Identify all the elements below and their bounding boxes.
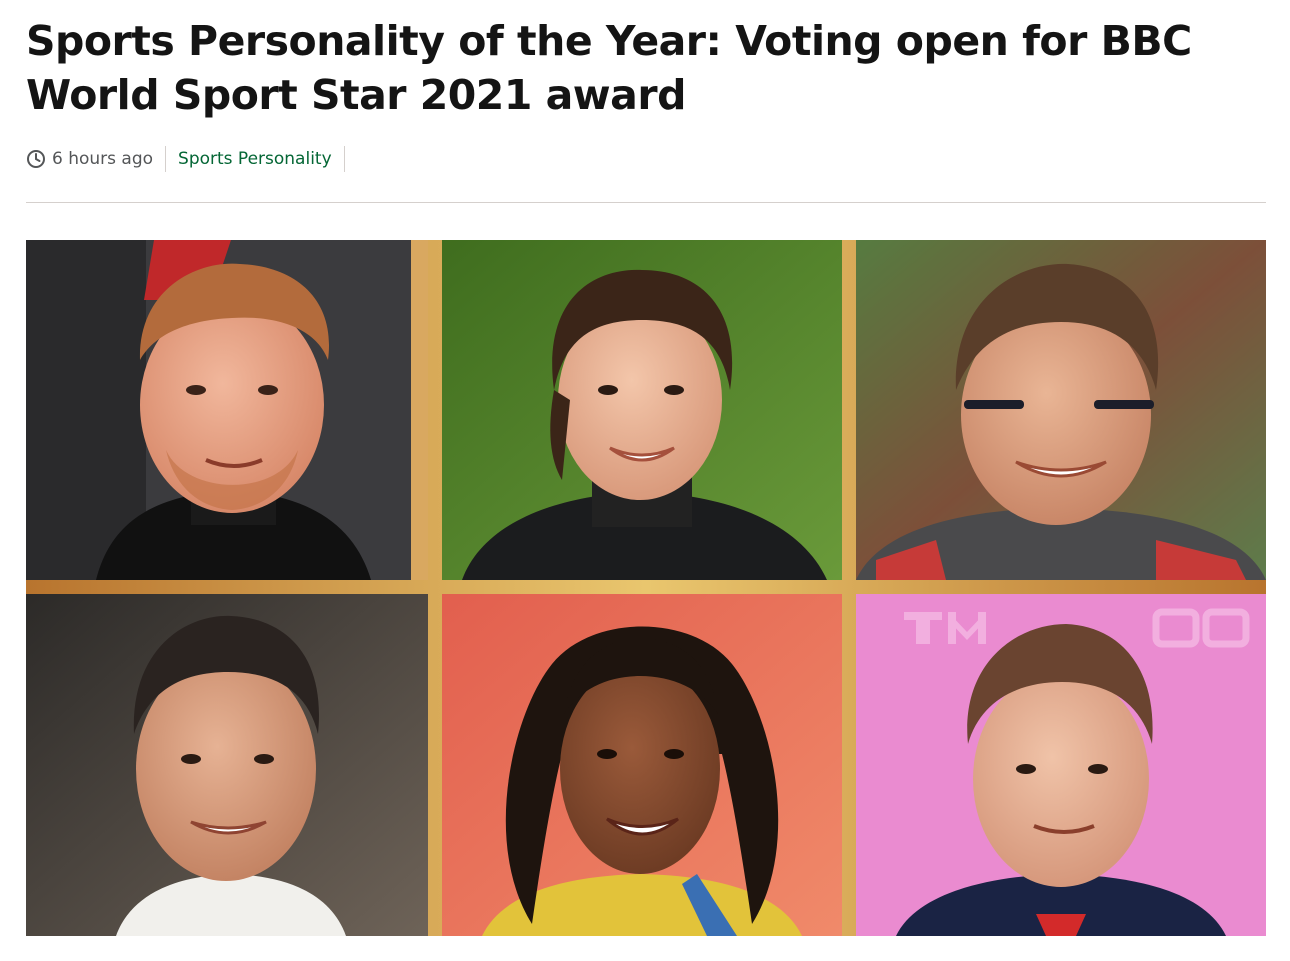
timestamp: 6 hours ago	[26, 146, 167, 172]
hero-image	[26, 240, 1266, 936]
hero-panel-4	[26, 594, 428, 936]
divider	[26, 202, 1266, 203]
article-meta: 6 hours ago Sports Personality	[26, 146, 1266, 172]
hero-panel-3	[856, 240, 1266, 580]
hero-panel-6	[856, 594, 1266, 936]
timestamp-text: 6 hours ago	[52, 149, 154, 169]
hero-panel-5	[442, 594, 842, 936]
article: Sports Personality of the Year: Voting o…	[26, 14, 1266, 936]
hero-panel-2	[442, 240, 842, 580]
hero-panel-1	[26, 240, 428, 580]
article-headline: Sports Personality of the Year: Voting o…	[26, 17, 1192, 119]
clock-icon	[26, 149, 46, 169]
topic: Sports Personality	[178, 146, 345, 172]
topic-link-sports-personality[interactable]: Sports Personality	[178, 149, 332, 169]
